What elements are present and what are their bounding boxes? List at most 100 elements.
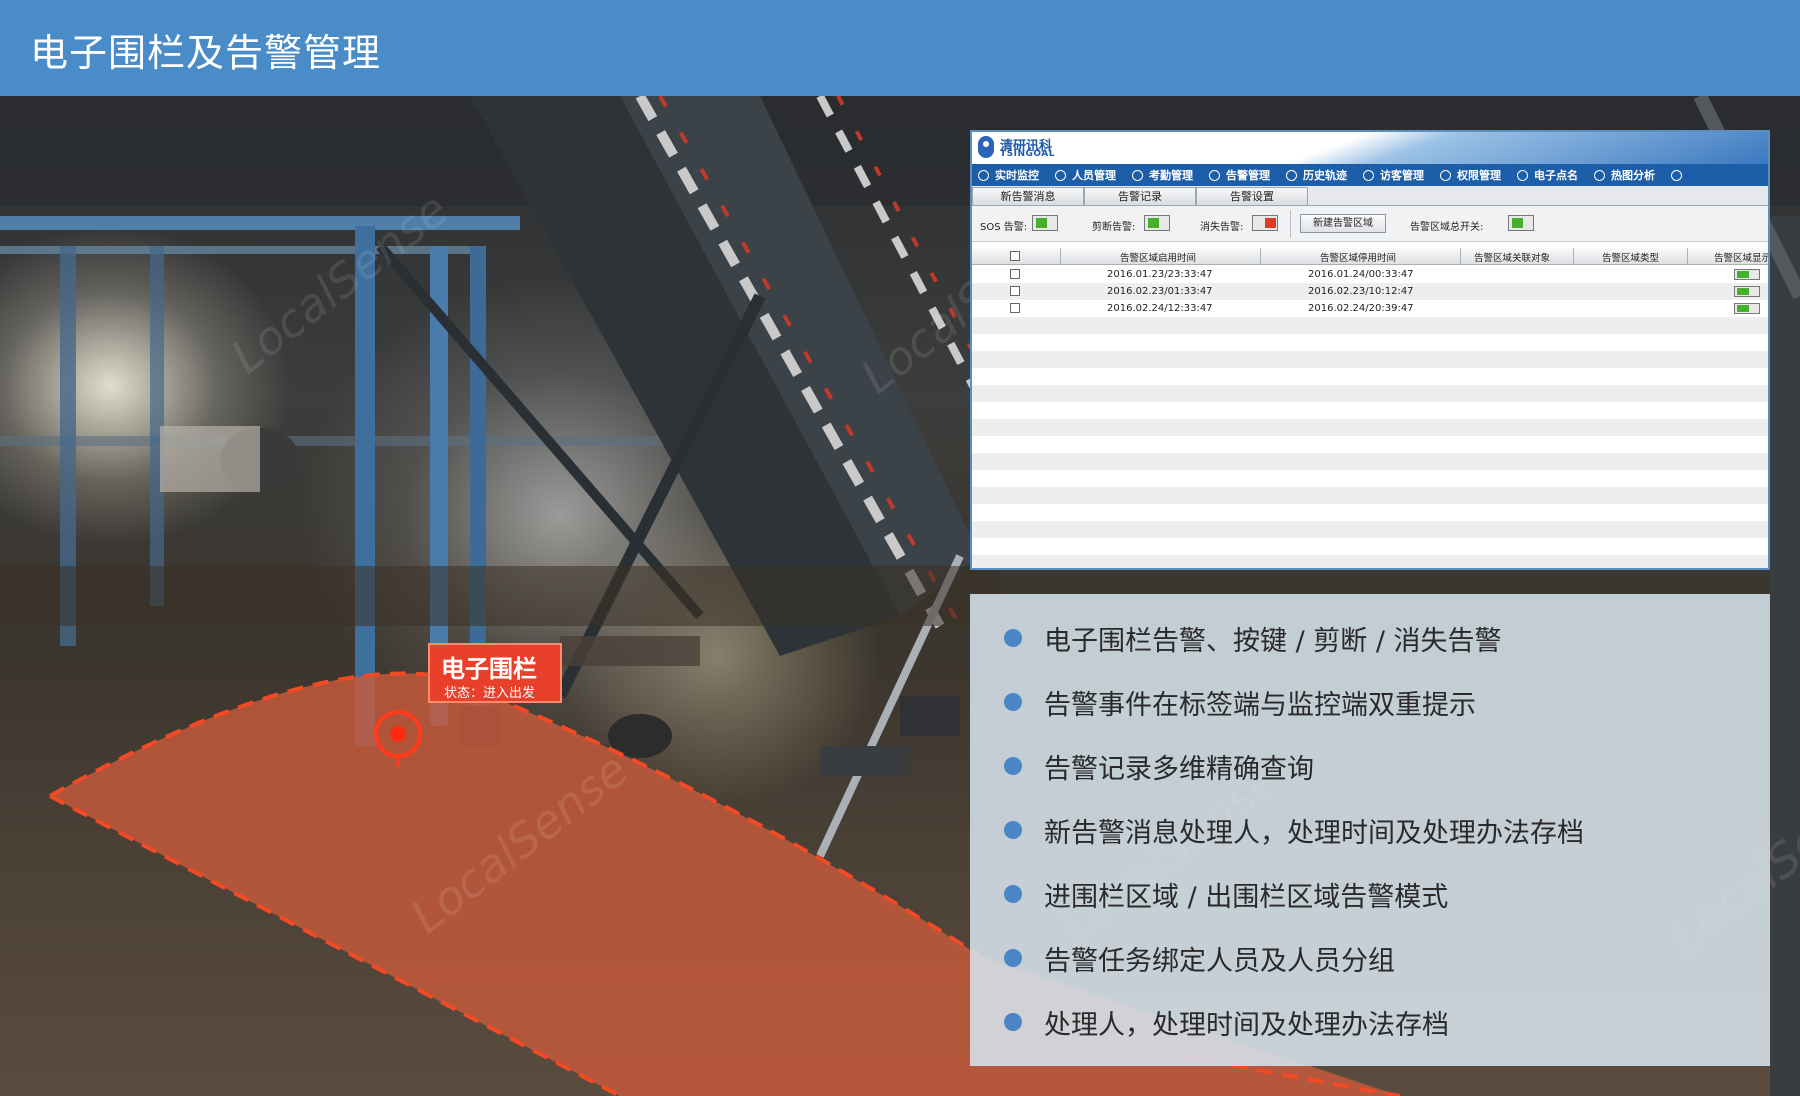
visitor-icon — [1363, 169, 1374, 181]
clock-icon — [1132, 169, 1143, 181]
fence-tag-title: 电子围栏 — [441, 655, 537, 683]
nav-label: 访客管理 — [1380, 169, 1424, 182]
table-row[interactable]: 2016.02.23/01:33:47 2016.02.23/10:12:47 — [972, 283, 1768, 300]
column-header-stop-time[interactable]: 告警区域停用时间 — [1320, 250, 1396, 264]
feature-item: 告警任务绑定人员及人员分组 — [1004, 938, 1395, 978]
cut-alarm-toggle[interactable] — [1144, 215, 1170, 231]
column-header-linked-object[interactable]: 告警区域关联对象 — [1474, 250, 1550, 264]
empty-row — [972, 317, 1768, 334]
nav-item-personnel[interactable]: 人员管理 — [1049, 164, 1126, 186]
empty-row — [972, 351, 1768, 368]
feature-text: 电子围栏告警、按键 / 剪断 / 消失告警 — [1044, 625, 1502, 657]
people-icon — [1055, 169, 1066, 181]
column-divider — [1060, 248, 1061, 265]
cut-alarm-label: 剪断告警: — [1092, 222, 1136, 233]
tab-alarm-records[interactable]: 告警记录 — [1084, 187, 1196, 206]
row-checkbox[interactable] — [1010, 286, 1020, 296]
row-start-time: 2016.02.24/12:33:47 — [1107, 303, 1213, 314]
row-start-time: 2016.02.23/01:33:47 — [1107, 286, 1213, 297]
tab-new-alarm-messages[interactable]: 新告警消息 — [972, 187, 1084, 206]
location-pin-icon — [978, 136, 994, 158]
feature-text: 告警事件在标签端与监控端双重提示 — [1044, 689, 1476, 721]
sos-alarm-toggle[interactable] — [1032, 215, 1058, 231]
table-row[interactable]: 2016.02.24/12:33:47 2016.02.24/20:39:47 — [972, 300, 1768, 317]
nav-item-alarm[interactable]: 告警管理 — [1203, 164, 1280, 186]
nav-label: 人员管理 — [1072, 169, 1116, 182]
row-display-toggle[interactable] — [1734, 303, 1760, 314]
nav-item-permission[interactable]: 权限管理 — [1434, 164, 1511, 186]
column-header-display[interactable]: 告警区域显示 — [1714, 250, 1768, 264]
bullet-icon — [1004, 629, 1022, 647]
feature-text: 进围栏区域 / 出围栏区域告警模式 — [1044, 881, 1449, 913]
page-title: 电子围栏及告警管理 — [30, 31, 382, 75]
nav-item-more[interactable] — [1665, 164, 1698, 186]
row-checkbox[interactable] — [1010, 303, 1020, 313]
feature-text: 告警记录多维精确查询 — [1044, 753, 1314, 785]
empty-row — [972, 419, 1768, 436]
feature-item: 进围栏区域 / 出围栏区域告警模式 — [1004, 874, 1448, 914]
nav-item-history[interactable]: 历史轨迹 — [1280, 164, 1357, 186]
row-checkbox[interactable] — [1010, 269, 1020, 279]
nav-label: 历史轨迹 — [1303, 169, 1347, 182]
sos-alarm-label: SOS 告警: — [980, 222, 1028, 233]
bullet-icon — [1004, 1013, 1022, 1031]
header-bar: 电子围栏及告警管理 — [0, 0, 1800, 96]
column-divider — [1573, 248, 1574, 265]
nav-label: 权限管理 — [1457, 169, 1501, 182]
nav-item-realtime-monitor[interactable]: 实时监控 — [972, 164, 1049, 186]
alarm-software-window: 清研讯科 TSINGOAL 实时监控 人员管理 考勤管理 告警管理 历史轨迹 访… — [970, 130, 1770, 570]
lost-alarm-toggle[interactable] — [1252, 215, 1278, 231]
feature-text: 处理人，处理时间及处理办法存档 — [1044, 1009, 1449, 1041]
column-divider — [1260, 248, 1261, 265]
table-header: 告警区域启用时间 告警区域停用时间 告警区域关联对象 告警区域类型 告警区域显示 — [972, 248, 1768, 265]
app-header: 清研讯科 TSINGOAL — [972, 132, 1768, 164]
column-header-start-time[interactable]: 告警区域启用时间 — [1120, 250, 1196, 264]
fence-tag: 电子围栏 状态：进入出发 — [428, 643, 562, 703]
nav-item-visitor[interactable]: 访客管理 — [1357, 164, 1434, 186]
rollcall-icon — [1517, 169, 1528, 181]
lost-alarm-label: 消失告警: — [1200, 222, 1244, 233]
nav-label: 实时监控 — [995, 169, 1039, 182]
column-divider — [1460, 248, 1461, 265]
alarm-area-table: 告警区域启用时间 告警区域停用时间 告警区域关联对象 告警区域类型 告警区域显示… — [972, 248, 1768, 568]
nav-label: 电子点名 — [1534, 169, 1578, 182]
select-all-checkbox[interactable] — [1010, 251, 1020, 261]
monitor-icon — [978, 169, 989, 181]
nav-item-attendance[interactable]: 考勤管理 — [1126, 164, 1203, 186]
feature-item: 告警事件在标签端与监控端双重提示 — [1004, 682, 1476, 722]
feature-item: 处理人，处理时间及处理办法存档 — [1004, 1002, 1449, 1042]
master-switch-toggle[interactable] — [1508, 215, 1534, 231]
nav-label: 告警管理 — [1226, 169, 1270, 182]
feature-text: 新告警消息处理人，处理时间及处理办法存档 — [1044, 817, 1584, 849]
bullet-icon — [1004, 693, 1022, 711]
column-divider — [1687, 248, 1688, 265]
feature-item: 告警记录多维精确查询 — [1004, 746, 1314, 786]
tab-alarm-settings[interactable]: 告警设置 — [1196, 187, 1308, 206]
bullet-icon — [1004, 757, 1022, 775]
toolbar-divider — [1290, 210, 1291, 238]
row-stop-time: 2016.02.23/10:12:47 — [1308, 286, 1414, 297]
nav-label: 考勤管理 — [1149, 169, 1193, 182]
alarm-settings-toolbar: SOS 告警: 剪断告警: 消失告警: 新建告警区域 告警区域总开关: — [972, 206, 1768, 242]
fence-tag-status: 状态：进入出发 — [444, 686, 536, 701]
nav-item-heatmap[interactable]: 热图分析 — [1588, 164, 1665, 186]
bullet-icon — [1004, 885, 1022, 903]
row-display-toggle[interactable] — [1734, 269, 1760, 280]
empty-row — [972, 487, 1768, 504]
row-display-toggle[interactable] — [1734, 286, 1760, 297]
nav-item-rollcall[interactable]: 电子点名 — [1511, 164, 1588, 186]
column-header-area-type[interactable]: 告警区域类型 — [1602, 250, 1659, 264]
row-stop-time: 2016.01.24/00:33:47 — [1308, 269, 1414, 280]
feature-item: 电子围栏告警、按键 / 剪断 / 消失告警 — [1004, 618, 1502, 658]
table-row[interactable]: 2016.01.23/23:33:47 2016.01.24/00:33:47 — [972, 266, 1768, 283]
user-icon — [1671, 169, 1682, 181]
feature-list-panel: 电子围栏告警、按键 / 剪断 / 消失告警 告警事件在标签端与监控端双重提示 告… — [970, 594, 1770, 1066]
history-icon — [1286, 169, 1297, 181]
logo-text-en: TSINGOAL — [1000, 149, 1055, 159]
bullet-icon — [1004, 949, 1022, 967]
empty-row — [972, 521, 1768, 538]
new-alarm-area-button[interactable]: 新建告警区域 — [1300, 214, 1386, 233]
row-stop-time: 2016.02.24/20:39:47 — [1308, 303, 1414, 314]
empty-row — [972, 453, 1768, 470]
main-nav: 实时监控 人员管理 考勤管理 告警管理 历史轨迹 访客管理 权限管理 电子点名 … — [972, 164, 1768, 186]
